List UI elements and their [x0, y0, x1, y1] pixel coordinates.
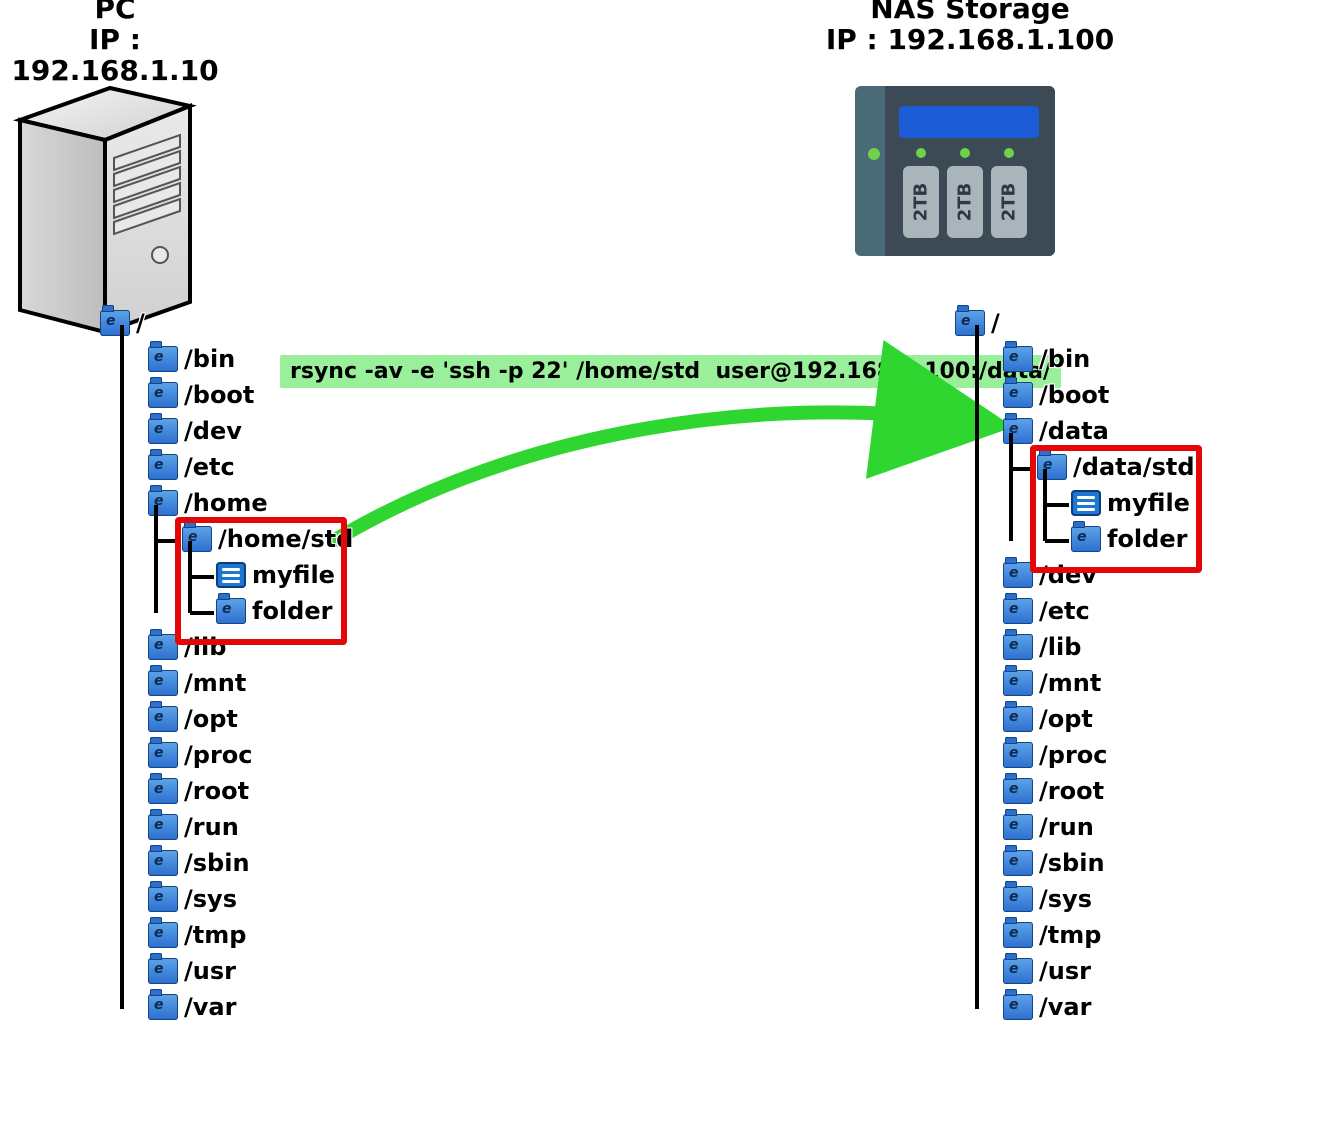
- folder-icon: [148, 346, 178, 372]
- folder-icon: [1003, 742, 1033, 768]
- tree-node-label: /boot: [184, 381, 254, 409]
- folder-icon: [100, 310, 130, 336]
- folder-icon: [148, 994, 178, 1020]
- tree-node-label: /mnt: [184, 669, 246, 697]
- tree-node-label: folder: [1107, 525, 1187, 553]
- folder-icon: [1003, 922, 1033, 948]
- folder-icon: [1003, 958, 1033, 984]
- tree-node-label: /opt: [184, 705, 238, 733]
- tree-node-label: /: [136, 309, 145, 337]
- folder-icon: [1003, 814, 1033, 840]
- tree-node-label: /run: [1039, 813, 1094, 841]
- folder-icon: [148, 886, 178, 912]
- folder-icon: [1003, 778, 1033, 804]
- tree-node-label: /lib: [1039, 633, 1081, 661]
- folder-icon: [148, 418, 178, 444]
- pc-title: PC: [0, 0, 230, 25]
- tree-node-label: /run: [184, 813, 239, 841]
- diagram-canvas: PC IP : 192.168.1.10 NAS Storage IP : 19…: [0, 0, 1339, 1138]
- tree-node-label: /mnt: [1039, 669, 1101, 697]
- tree-node-label: /etc: [1039, 597, 1090, 625]
- folder-icon: [1003, 670, 1033, 696]
- tree-node-label: /bin: [1039, 345, 1090, 373]
- tree-node-label: myfile: [252, 561, 335, 589]
- nas-ip: IP : 192.168.1.100: [770, 25, 1170, 56]
- tree-node-label: /root: [1039, 777, 1104, 805]
- tree-node-label: /dev: [184, 417, 242, 445]
- folder-icon: [148, 634, 178, 660]
- rsync-command: rsync -av -e 'ssh -p 22' /home/std user@…: [280, 355, 1061, 388]
- folder-icon: [1003, 346, 1033, 372]
- folder-icon: [148, 490, 178, 516]
- folder-icon: [1003, 886, 1033, 912]
- tree-node-label: /proc: [1039, 741, 1108, 769]
- file-icon: [1071, 490, 1101, 516]
- folder-icon: [148, 742, 178, 768]
- tree-node-label: /sys: [1039, 885, 1092, 913]
- folder-icon: [1003, 994, 1033, 1020]
- nas-header: NAS Storage IP : 192.168.1.100: [770, 0, 1170, 56]
- tree-node-label: /data: [1039, 417, 1109, 445]
- tree-node-label: /usr: [184, 957, 236, 985]
- folder-icon: [148, 850, 178, 876]
- tree-node-label: myfile: [1107, 489, 1190, 517]
- nas-bay-label-2: 2TB: [955, 183, 976, 222]
- folder-icon: [182, 526, 212, 552]
- tree-node-label: /home: [184, 489, 268, 517]
- pc-tower-icon: [10, 80, 200, 340]
- tree-node-label: /bin: [184, 345, 235, 373]
- folder-icon: [148, 778, 178, 804]
- tree-node-label: /proc: [184, 741, 253, 769]
- folder-icon: [1003, 598, 1033, 624]
- tree-node-label: /sbin: [1039, 849, 1105, 877]
- tree-node-label: folder: [252, 597, 332, 625]
- tree-node-label: /usr: [1039, 957, 1091, 985]
- folder-icon: [1003, 382, 1033, 408]
- folder-icon: [216, 598, 246, 624]
- folder-icon: [1003, 418, 1033, 444]
- folder-icon: [955, 310, 985, 336]
- tree-node-label: /tmp: [184, 921, 246, 949]
- folder-icon: [1037, 454, 1067, 480]
- folder-icon: [1071, 526, 1101, 552]
- tree-node-label: /root: [184, 777, 249, 805]
- folder-icon: [148, 670, 178, 696]
- tree-node-label: /data/std: [1073, 453, 1195, 481]
- folder-icon: [148, 922, 178, 948]
- nas-bay-label-1: 2TB: [911, 183, 932, 222]
- folder-icon: [1003, 634, 1033, 660]
- tree-node-label: /sbin: [184, 849, 250, 877]
- nas-filesystem-tree: / /bin/boot/data /data/std myfile folder /…: [955, 305, 1215, 1025]
- tree-node-label: /var: [184, 993, 236, 1021]
- folder-icon: [1003, 562, 1033, 588]
- pc-filesystem-tree: / /bin/boot/dev/etc/home /home/std myfile…: [100, 305, 360, 1025]
- folder-icon: [148, 958, 178, 984]
- tree-node-label: /sys: [184, 885, 237, 913]
- pc-header: PC IP : 192.168.1.10: [0, 0, 230, 86]
- folder-icon: [1003, 850, 1033, 876]
- folder-icon: [148, 814, 178, 840]
- nas-device-icon: 2TB 2TB 2TB: [855, 86, 1055, 256]
- tree-node-label: /etc: [184, 453, 235, 481]
- tree-node-label: /home/std: [218, 525, 353, 553]
- tree-node-label: /dev: [1039, 561, 1097, 589]
- pc-ip: IP : 192.168.1.10: [0, 25, 230, 87]
- folder-icon: [148, 706, 178, 732]
- tree-node-label: /lib: [184, 633, 226, 661]
- file-icon: [216, 562, 246, 588]
- tree-node-label: /tmp: [1039, 921, 1101, 949]
- tree-node-label: /var: [1039, 993, 1091, 1021]
- nas-title: NAS Storage: [770, 0, 1170, 25]
- folder-icon: [1003, 706, 1033, 732]
- tree-node-label: /: [991, 309, 1000, 337]
- folder-icon: [148, 382, 178, 408]
- tree-node-label: /boot: [1039, 381, 1109, 409]
- tree-node-label: /opt: [1039, 705, 1093, 733]
- nas-bay-label-3: 2TB: [999, 183, 1020, 222]
- folder-icon: [148, 454, 178, 480]
